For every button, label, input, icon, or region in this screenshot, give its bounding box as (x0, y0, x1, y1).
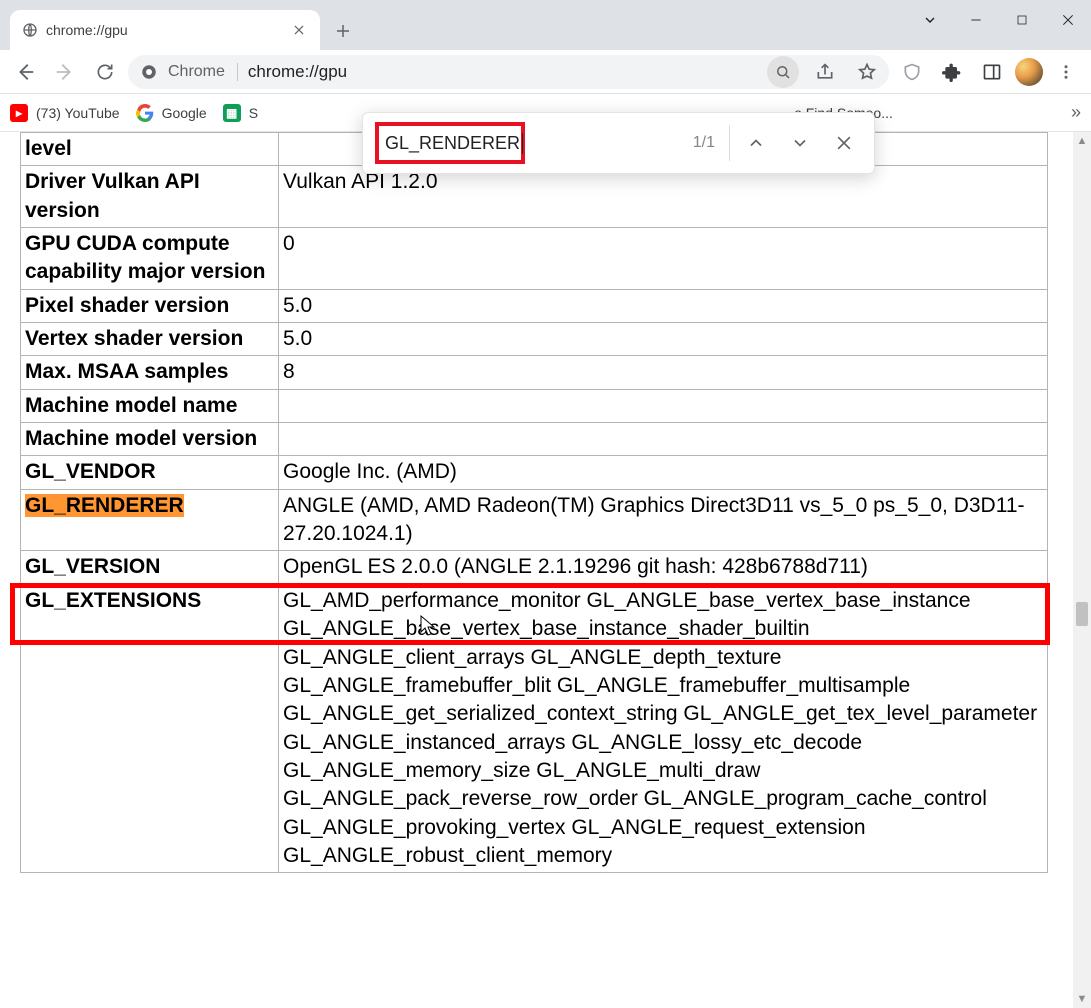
side-panel-icon[interactable] (975, 55, 1009, 89)
cell-value: 5.0 (279, 289, 1048, 322)
cell-value: GL_AMD_performance_monitor GL_ANGLE_base… (279, 584, 1048, 872)
minimize-button[interactable] (953, 0, 999, 40)
bookmark-label: S (249, 105, 258, 121)
table-row: Max. MSAA samples8 (21, 356, 1048, 389)
cell-value: 0 (279, 228, 1048, 290)
find-input-highlight: GL_RENDERER (375, 122, 525, 164)
vertical-scrollbar[interactable]: ▲ ▼ (1073, 132, 1091, 1008)
bookmark-youtube[interactable]: ▸ (73) YouTube (10, 104, 120, 122)
tab-title: chrome://gpu (46, 22, 282, 38)
cell-value: Vulkan API 1.2.0 (279, 166, 1048, 228)
extension-shield-icon[interactable] (895, 55, 929, 89)
share-icon[interactable] (809, 56, 841, 88)
find-input[interactable]: GL_RENDERER (385, 133, 523, 154)
bookmark-google[interactable]: Google (136, 104, 207, 122)
cell-key: Machine model version (21, 423, 279, 456)
menu-button[interactable] (1049, 55, 1083, 89)
back-button[interactable] (8, 55, 42, 89)
close-tab-button[interactable] (290, 21, 308, 39)
cell-key: GL_VENDOR (21, 456, 279, 489)
gpu-info-table: level Driver Vulkan API versionVulkan AP… (20, 132, 1048, 873)
separator (729, 125, 730, 161)
search-chip-icon[interactable] (767, 56, 799, 88)
find-match: GL_RENDERER (25, 494, 184, 517)
scrollbar-thumb[interactable] (1076, 602, 1088, 626)
maximize-button[interactable] (999, 0, 1045, 40)
table-row: GL_RENDERER ANGLE (AMD, AMD Radeon(TM) Gr… (21, 489, 1048, 551)
page-content: level Driver Vulkan API versionVulkan AP… (0, 132, 1073, 1008)
window-controls (907, 0, 1091, 40)
cell-value: ANGLE (AMD, AMD Radeon(TM) Graphics Dire… (279, 489, 1048, 551)
scroll-up-arrow[interactable]: ▲ (1073, 132, 1091, 150)
forward-button[interactable] (48, 55, 82, 89)
reload-button[interactable] (88, 55, 122, 89)
extensions-icon[interactable] (935, 55, 969, 89)
scroll-down-arrow[interactable]: ▼ (1073, 990, 1091, 1008)
cell-key: GL_RENDERER (21, 489, 279, 551)
table-row: Machine model name (21, 389, 1048, 422)
bookmark-label: Google (162, 105, 207, 121)
find-close-button[interactable] (826, 125, 862, 161)
cell-key: GL_EXTENSIONS (21, 584, 279, 872)
youtube-icon: ▸ (10, 104, 28, 122)
new-tab-button[interactable] (326, 14, 360, 48)
google-icon (136, 104, 154, 122)
chrome-icon (140, 63, 158, 81)
title-bar: chrome://gpu (0, 0, 1091, 50)
omnibox[interactable]: Chrome chrome://gpu (128, 55, 889, 89)
find-next-button[interactable] (782, 125, 818, 161)
cell-value: 5.0 (279, 323, 1048, 356)
cell-value (279, 423, 1048, 456)
cell-value: OpenGL ES 2.0.0 (ANGLE 2.1.19296 git has… (279, 551, 1048, 584)
cell-key: Vertex shader version (21, 323, 279, 356)
sheets-icon: ▦ (223, 104, 241, 122)
close-window-button[interactable] (1045, 0, 1091, 40)
cell-key: Pixel shader version (21, 289, 279, 322)
table-row: GPU CUDA compute capability major versio… (21, 228, 1048, 290)
find-count: 1/1 (693, 134, 715, 152)
table-row: Vertex shader version5.0 (21, 323, 1048, 356)
cell-key: Driver Vulkan API version (21, 166, 279, 228)
cell-value: Google Inc. (AMD) (279, 456, 1048, 489)
browser-tab[interactable]: chrome://gpu (10, 10, 320, 50)
omnibox-url: chrome://gpu (248, 62, 757, 82)
omnibox-scheme-label: Chrome (168, 63, 238, 81)
cell-value (279, 389, 1048, 422)
cell-key: GPU CUDA compute capability major versio… (21, 228, 279, 290)
bookmarks-overflow-button[interactable]: » (1071, 102, 1081, 123)
globe-icon (22, 22, 38, 38)
star-icon[interactable] (851, 56, 883, 88)
find-bar: GL_RENDERER 1/1 (362, 112, 875, 174)
cell-key: Machine model name (21, 389, 279, 422)
cell-key: GL_VERSION (21, 551, 279, 584)
cell-value: 8 (279, 356, 1048, 389)
table-row: GL_VERSIONOpenGL ES 2.0.0 (ANGLE 2.1.192… (21, 551, 1048, 584)
table-row: Pixel shader version5.0 (21, 289, 1048, 322)
bookmark-label: (73) YouTube (36, 105, 120, 121)
table-row: GL_EXTENSIONSGL_AMD_performance_monitor … (21, 584, 1048, 872)
table-row: Machine model version (21, 423, 1048, 456)
find-prev-button[interactable] (738, 125, 774, 161)
cell-key: Max. MSAA samples (21, 356, 279, 389)
avatar[interactable] (1015, 58, 1043, 86)
table-row: GL_VENDORGoogle Inc. (AMD) (21, 456, 1048, 489)
table-row: Driver Vulkan API versionVulkan API 1.2.… (21, 166, 1048, 228)
cell-key: level (21, 133, 279, 166)
toolbar: Chrome chrome://gpu (0, 50, 1091, 94)
bookmark-sheets[interactable]: ▦ S (223, 104, 258, 122)
chevron-down-icon[interactable] (907, 0, 953, 40)
